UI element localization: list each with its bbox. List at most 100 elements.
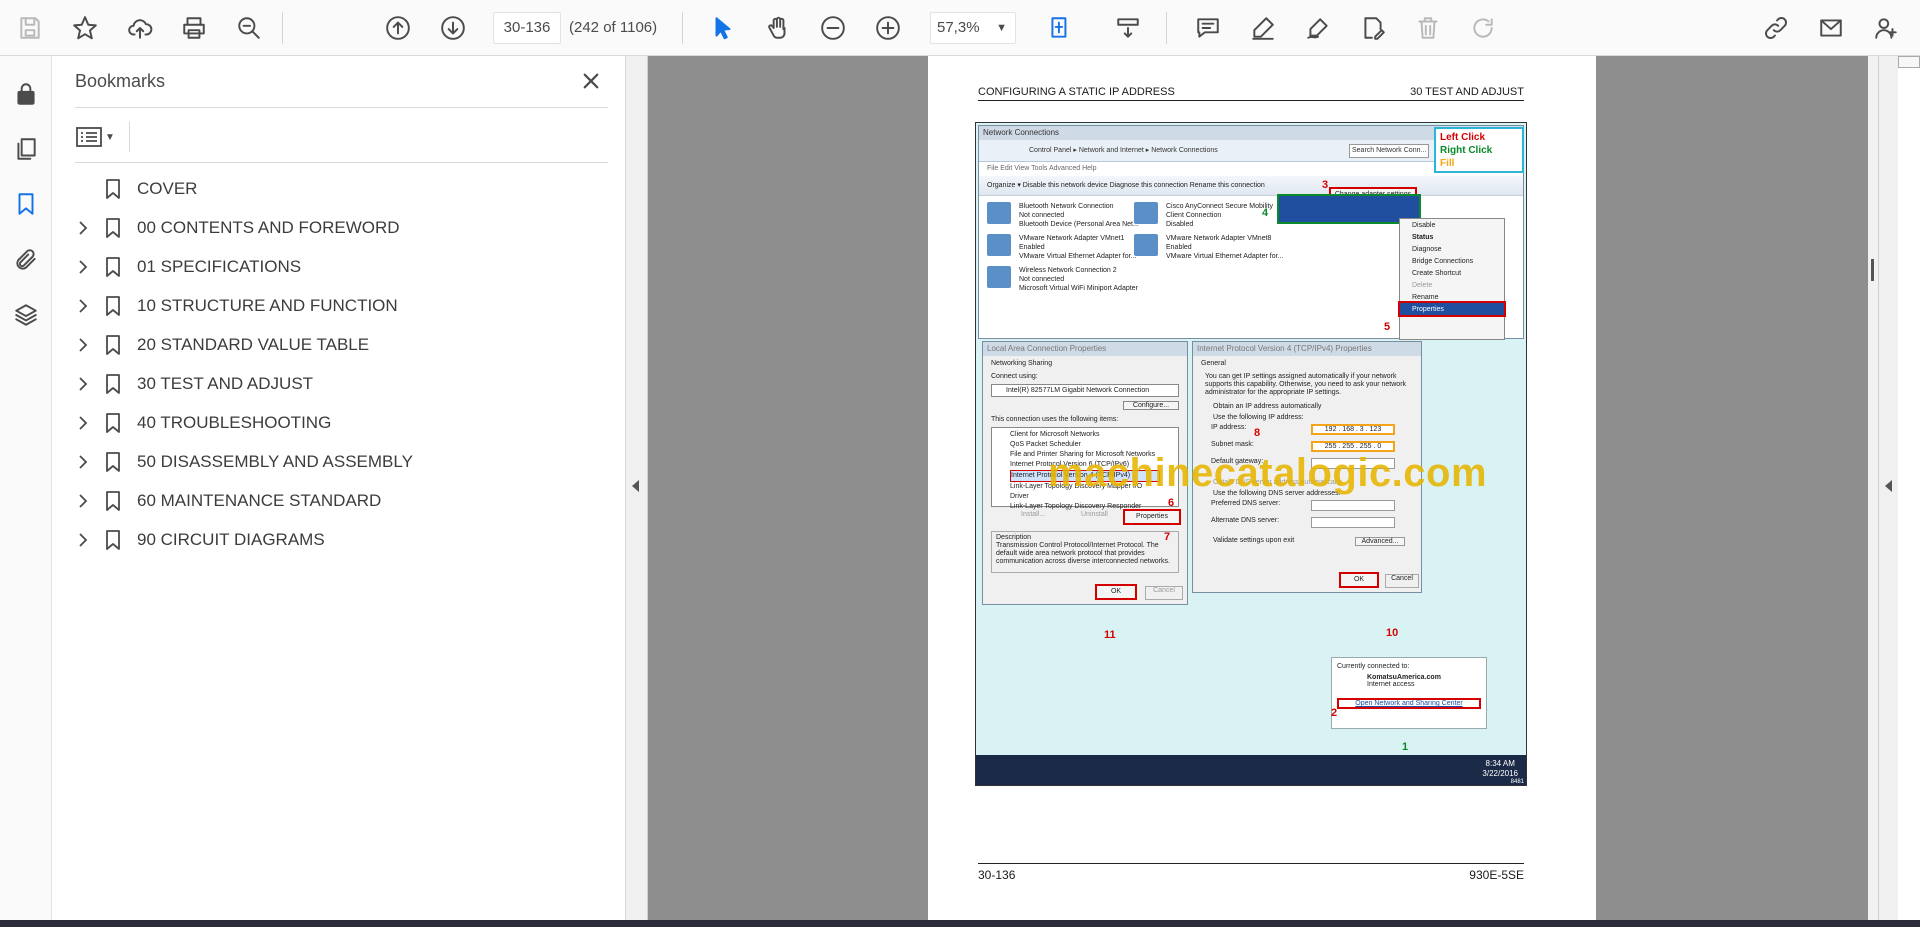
bookmark-icon [102,295,124,317]
upload-cloud-icon[interactable] [120,8,160,48]
chevron-right-icon[interactable] [78,338,88,352]
collapse-panel-handle[interactable] [626,56,648,920]
attachment-icon[interactable] [8,242,44,278]
bookmarks-panel: Bookmarks ▼ COVER 00 CONTENTS AND FOREWOR… [52,56,626,920]
network-screenshot-figure: Network Connections Control Panel ▸ Netw… [975,122,1527,786]
delete-icon[interactable] [1408,8,1448,48]
bookmark-item[interactable]: 60 MAINTENANCE STANDARD [72,483,612,519]
scrollbar-thumb[interactable] [1871,259,1874,281]
right-panel-handle[interactable] [1878,56,1898,920]
bookmark-item[interactable]: 10 STRUCTURE AND FUNCTION [72,288,612,324]
chevron-right-icon[interactable] [78,299,88,313]
bookmark-item[interactable]: 40 TROUBLESHOOTING [72,405,612,441]
panel-title: Bookmarks [75,71,166,91]
fit-page-icon[interactable] [1040,8,1080,48]
expand-toggle[interactable] [72,533,94,547]
lock-icon[interactable] [8,76,44,112]
zoom-out-icon[interactable] [813,8,853,48]
header-left: CONFIGURING A STATIC IP ADDRESS [978,86,1175,98]
expand-toggle[interactable] [72,455,94,469]
zoom-value: 57,3% [937,19,980,36]
redo-icon[interactable] [1463,8,1503,48]
page-down-icon[interactable] [433,8,473,48]
layers-icon[interactable] [8,297,44,333]
figure-id: 8481 [1510,779,1524,785]
sign-pen-icon[interactable] [1298,8,1338,48]
expand-toggle[interactable] [72,338,94,352]
chevron-right-icon[interactable] [78,533,88,547]
email-icon[interactable] [1811,8,1851,48]
page-thumbnails-icon[interactable] [8,131,44,167]
windows-taskbar: 8:34 AM 3/22/2016 [976,755,1526,785]
chevron-right-icon[interactable] [78,455,88,469]
bookmark-icon [102,490,124,512]
expand-toggle[interactable] [72,494,94,508]
adapter-bluetooth: Bluetooth Network Connection Not connecte… [987,202,1139,229]
highlight-pen-icon[interactable] [1243,8,1283,48]
expand-toggle[interactable] [72,299,94,313]
select-cursor-icon[interactable] [703,8,743,48]
footer-page-number: 30-136 [978,868,1016,882]
chevron-right-icon[interactable] [78,260,88,274]
network-popup: Currently connected to: KomatsuAmerica.c… [1331,657,1487,729]
share-link-icon[interactable] [1756,8,1796,48]
collapse-left-icon [632,480,639,492]
zoom-in-icon[interactable] [868,8,908,48]
expand-toggle[interactable] [72,221,94,235]
print-icon[interactable] [174,8,214,48]
expand-toggle[interactable] [72,416,94,430]
document-page: CONFIGURING A STATIC IP ADDRESS 30 TEST … [928,56,1596,920]
bookmark-options-button[interactable]: ▼ [76,120,122,154]
context-menu: Disable Status Diagnose Bridge Connectio… [1398,218,1506,340]
bookmark-item[interactable]: 90 CIRCUIT DIAGRAMS [72,522,612,558]
expand-toggle[interactable] [72,260,94,274]
bookmark-item[interactable]: 00 CONTENTS AND FOREWORD [72,210,612,246]
document-viewer: CONFIGURING A STATIC IP ADDRESS 30 TEST … [648,56,1878,920]
main-toolbar: 30-136 (242 of 1106) 57,3% ▼ [0,0,1920,56]
zoom-level-select[interactable]: 57,3% ▼ [930,12,1016,44]
star-icon[interactable] [65,8,105,48]
scroll-top-box [1898,56,1920,68]
chevron-down-icon: ▼ [996,22,1007,34]
bookmark-label: 30 TEST AND ADJUST [137,374,314,393]
bookmark-label: COVER [137,179,198,198]
watermark: machinecatalogic.com [1048,451,1488,495]
adapter-cisco: Cisco AnyConnect Secure Mobility Client C… [1134,202,1273,229]
vertical-scrollbar[interactable] [1868,56,1878,920]
taskbar-clock: 8:34 AM 3/22/2016 [1482,759,1518,778]
chevron-right-icon[interactable] [78,377,88,391]
command-bar: Organize ▾ Disable this network device D… [979,176,1523,202]
bookmark-label: 20 STANDARD VALUE TABLE [137,335,370,354]
left-navigation-rail [0,56,52,927]
page-up-icon[interactable] [378,8,418,48]
bookmark-icon [102,217,124,239]
bookmark-item[interactable]: 01 SPECIFICATIONS [72,249,612,285]
chevron-right-icon[interactable] [78,416,88,430]
bookmark-label: 50 DISASSEMBLY AND ASSEMBLY [137,452,413,471]
search-box: Search Network Conn... [1349,144,1429,158]
chevron-right-icon[interactable] [78,494,88,508]
bookmark-icon[interactable] [8,186,44,222]
expand-toggle[interactable] [72,377,94,391]
expand-right-icon [1885,480,1892,492]
list-options-icon [76,127,102,147]
comment-icon[interactable] [1188,8,1228,48]
click-legend: Left Click Right Click Fill [1434,127,1524,173]
hand-tool-icon[interactable] [758,8,798,48]
search-zoom-icon[interactable] [229,8,269,48]
save-icon[interactable] [10,8,50,48]
bookmark-item[interactable]: COVER [72,171,612,207]
footer-model: 930E-5SE [1469,868,1524,882]
add-user-icon[interactable] [1866,8,1906,48]
command-text: Organize ▾ Disable this network device D… [987,182,1265,189]
close-icon[interactable] [576,66,606,96]
page-number-input[interactable]: 30-136 [493,12,561,44]
bookmark-item[interactable]: 50 DISASSEMBLY AND ASSEMBLY [72,444,612,480]
chevron-right-icon[interactable] [78,221,88,235]
scroll-mode-icon[interactable] [1108,8,1148,48]
bookmark-icon [102,178,124,200]
bookmark-item[interactable]: 30 TEST AND ADJUST [72,366,612,402]
bookmark-item[interactable]: 20 STANDARD VALUE TABLE [72,327,612,363]
bookmark-label: 01 SPECIFICATIONS [137,257,302,276]
edit-document-icon[interactable] [1353,8,1393,48]
